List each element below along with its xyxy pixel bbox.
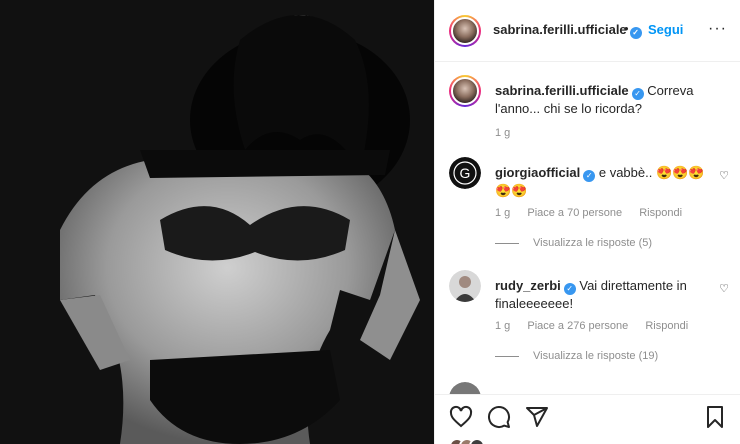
more-options-icon[interactable]: ··· <box>708 20 727 38</box>
caption-text: sabrina.ferilli.ufficiale ✓ Correva l'ann… <box>495 82 713 118</box>
post-photo-illustration <box>0 0 434 444</box>
author-username-text[interactable]: sabrina.ferilli.ufficiale <box>493 22 627 37</box>
verified-badge-icon: ✓ <box>631 88 644 100</box>
share-icon[interactable] <box>525 405 551 431</box>
comment-meta: 1 g Piace a 276 persone Rispondi <box>495 320 702 332</box>
comment-meta: 1 g Piace a 70 persone Rispondi <box>495 207 696 219</box>
heart-icon[interactable] <box>449 405 475 431</box>
comment-time[interactable]: 1 g <box>495 207 510 219</box>
verified-badge-icon: ✓ <box>583 170 596 182</box>
view-replies-label[interactable]: Visualizza le risposte (5) <box>533 237 652 249</box>
view-replies-button[interactable]: Visualizza le risposte (19) <box>495 350 658 362</box>
reply-button[interactable]: Rispondi <box>639 207 682 219</box>
post-photo <box>0 0 434 444</box>
replies-line <box>495 242 519 244</box>
caption-author-avatar[interactable] <box>449 75 481 107</box>
caption-author[interactable]: sabrina.ferilli.ufficiale <box>495 83 629 98</box>
likers-avatars[interactable] <box>449 438 485 444</box>
comment-author-avatar[interactable]: G <box>449 157 481 189</box>
comment-likes[interactable]: Piace a 70 persone <box>527 207 622 219</box>
comment-text: rudy_zerbi ✓ Vai direttamente in finaleee… <box>495 277 713 313</box>
reply-button[interactable]: Rispondi <box>645 320 688 332</box>
replies-line <box>495 355 519 357</box>
comment-like-heart-icon[interactable]: ♡ <box>719 169 729 182</box>
comment-author-avatar[interactable] <box>449 270 481 302</box>
author-username[interactable]: sabrina.ferilli.ufficiale ✓ <box>493 22 642 39</box>
post-actions-bar <box>435 394 740 444</box>
verified-badge-icon: ✓ <box>563 283 576 295</box>
caption-meta: 1 g <box>495 127 524 139</box>
bookmark-icon[interactable] <box>703 405 729 431</box>
comment-like-heart-icon[interactable]: ♡ <box>719 282 729 295</box>
comment-icon[interactable] <box>487 405 513 431</box>
post-header: sabrina.ferilli.ufficiale ✓ • Segui ··· <box>435 0 740 62</box>
verified-badge-icon: ✓ <box>629 27 642 39</box>
view-replies-button[interactable]: Visualizza le risposte (5) <box>495 237 652 249</box>
follow-button[interactable]: Segui <box>648 22 683 37</box>
comment-author[interactable]: giorgiaofficial <box>495 165 580 180</box>
caption-time[interactable]: 1 g <box>495 127 510 139</box>
comments-list: sabrina.ferilli.ufficiale ✓ Correva l'ann… <box>435 62 740 394</box>
svg-text:G: G <box>460 165 471 181</box>
comment-author-avatar[interactable] <box>449 382 481 394</box>
comment-author[interactable]: rudy_zerbi <box>495 278 561 293</box>
post-side-panel: sabrina.ferilli.ufficiale ✓ • Segui ··· s… <box>434 0 740 444</box>
comment-text: giorgiaofficial ✓ e vabbè.. 😍😍😍😍😍 <box>495 164 713 200</box>
separator-dot: • <box>624 21 629 36</box>
comment-likes[interactable]: Piace a 276 persone <box>527 320 628 332</box>
author-avatar[interactable] <box>449 15 481 47</box>
comment-time[interactable]: 1 g <box>495 320 510 332</box>
view-replies-label[interactable]: Visualizza le risposte (19) <box>533 350 658 362</box>
